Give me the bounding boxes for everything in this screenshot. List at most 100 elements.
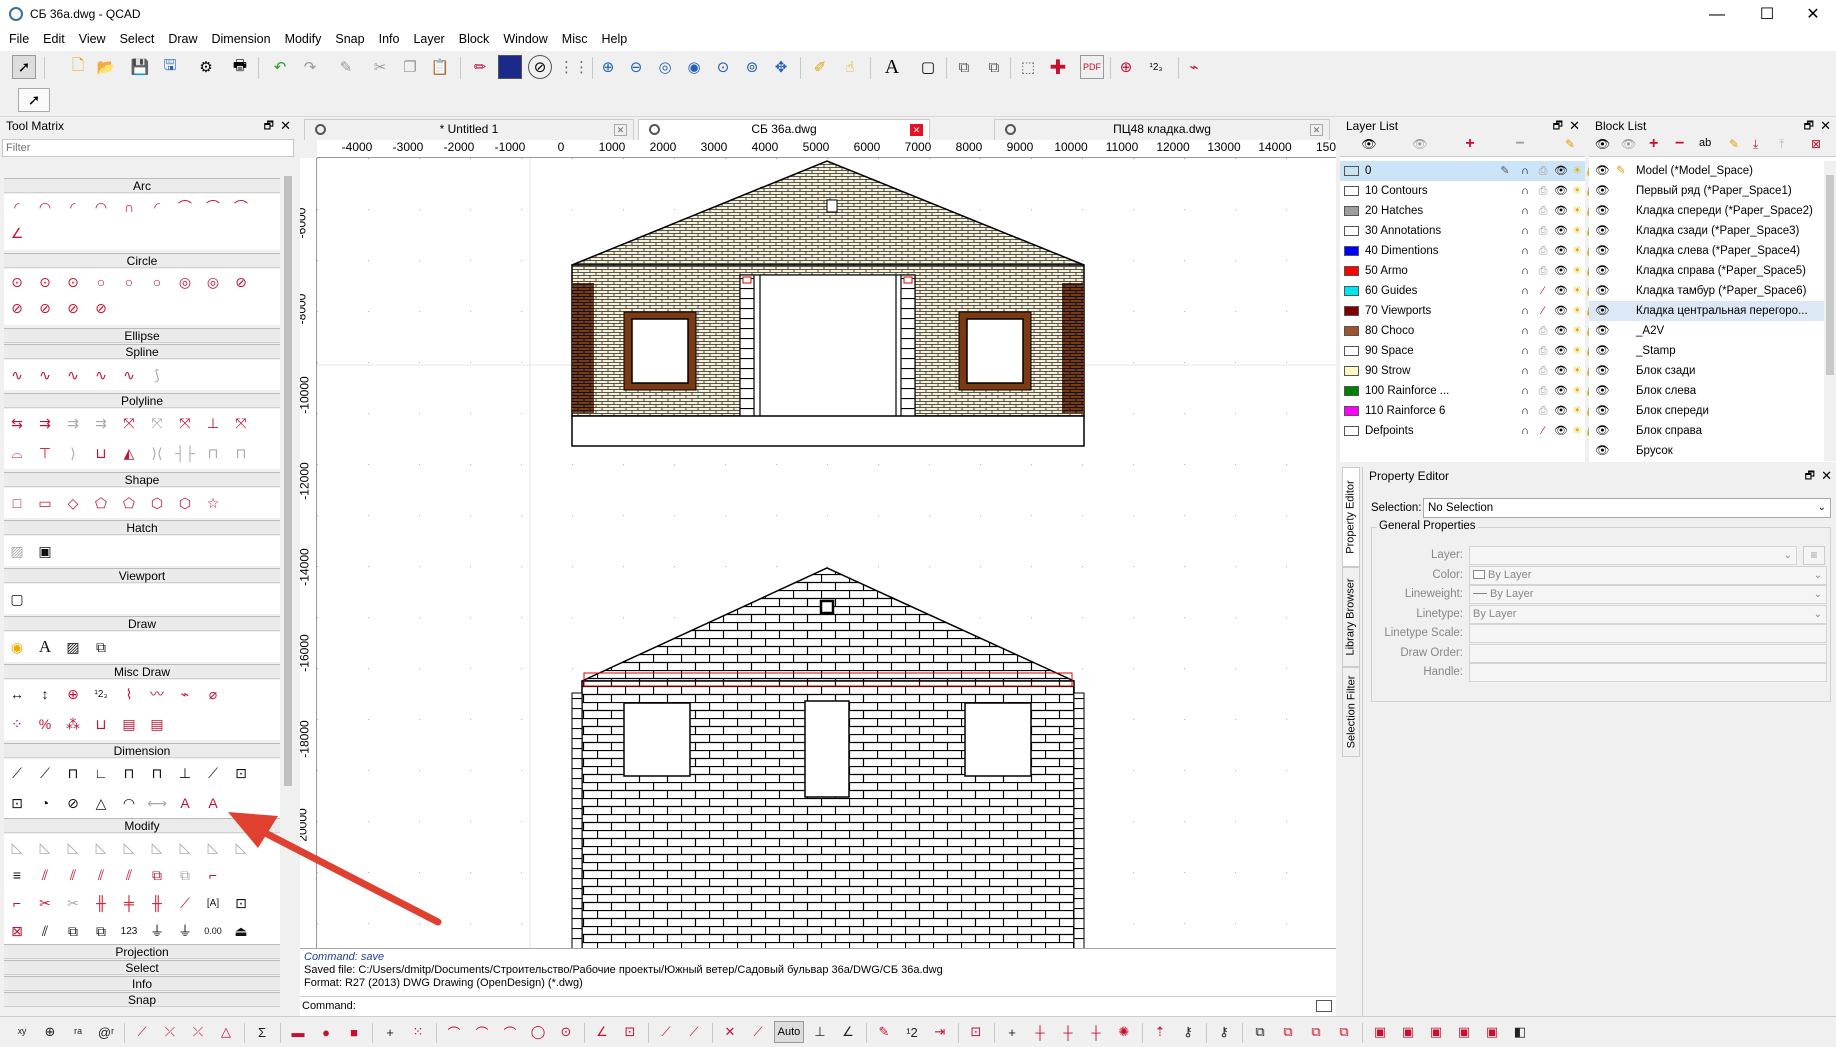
- visibility-eye-icon[interactable]: 👁: [1595, 401, 1610, 421]
- circle-tangent2-icon[interactable]: ⊘: [230, 271, 252, 293]
- layer-row[interactable]: 40 Dimentions∩⎙👁☀🔒: [1340, 241, 1597, 261]
- visibility-eye-icon[interactable]: 👁: [1595, 341, 1610, 361]
- snap-magnet-icon[interactable]: ∩: [1518, 341, 1532, 361]
- rotate-icon[interactable]: ◺: [34, 836, 56, 858]
- circle-2point-icon[interactable]: ⊙: [34, 271, 56, 293]
- viewport-icon[interactable]: ▢: [6, 588, 28, 610]
- printer-icon[interactable]: ⎙: [1536, 241, 1550, 261]
- freeze-sun-icon[interactable]: ☀: [1570, 201, 1584, 221]
- spline-disabled-icon[interactable]: ⟆: [146, 364, 168, 386]
- polyline-icon[interactable]: ⇆: [6, 412, 28, 434]
- visibility-eye-icon[interactable]: 👁: [1554, 261, 1568, 281]
- red-box-icon[interactable]: ⊡: [964, 1021, 988, 1043]
- block-tool4-icon[interactable]: ⧉: [1332, 1021, 1356, 1043]
- hide-all-layers-icon[interactable]: 👁: [1406, 137, 1434, 155]
- redo-icon[interactable]: ↷: [298, 55, 322, 79]
- float-icon[interactable]: 🗗: [1804, 117, 1814, 135]
- edit-pencil-icon[interactable]: ✎: [1616, 161, 1626, 181]
- section-draw[interactable]: Draw: [4, 616, 280, 631]
- offset2-icon[interactable]: ⫽: [62, 864, 84, 886]
- cross-icon[interactable]: ✕: [718, 1021, 742, 1043]
- trim-icon[interactable]: ⌐: [6, 892, 28, 914]
- section-select[interactable]: Select: [4, 960, 280, 975]
- rectangle-tool-icon[interactable]: ▢: [916, 55, 940, 79]
- arc-tangential-icon[interactable]: ⌒: [230, 196, 252, 218]
- snap-magnet-icon[interactable]: ∩: [1518, 401, 1532, 421]
- circle-radius-icon[interactable]: ○: [90, 271, 112, 293]
- tab-untitled-1[interactable]: * Untitled 1 ✕: [304, 119, 634, 140]
- snap-dist-icon[interactable]: △: [214, 1021, 238, 1043]
- zoom-auto-icon[interactable]: ◎: [653, 55, 677, 79]
- polyline-trim-icon[interactable]: ⤧: [146, 412, 168, 434]
- command-history-toggle-icon[interactable]: [1316, 1000, 1332, 1012]
- print-icon[interactable]: 🖶: [228, 55, 252, 79]
- eraser-icon[interactable]: ✎: [334, 55, 358, 79]
- paste-icon[interactable]: 📋: [428, 55, 452, 79]
- polyline-delete-icon[interactable]: ⇉: [62, 412, 84, 434]
- drawing-canvas[interactable]: [317, 158, 1336, 948]
- text-tool-icon[interactable]: A: [880, 55, 904, 79]
- edit-block-icon[interactable]: ✎: [1729, 137, 1739, 151]
- sigma-icon[interactable]: Σ: [250, 1021, 274, 1043]
- printer-icon[interactable]: ⎙: [1536, 261, 1550, 281]
- section-dimension[interactable]: Dimension: [4, 743, 280, 758]
- visibility-eye-icon[interactable]: 👁: [1554, 341, 1568, 361]
- dim-baseline-icon[interactable]: ⊓: [118, 762, 140, 784]
- freeze-sun-icon[interactable]: ☀: [1570, 421, 1584, 441]
- block-row[interactable]: 👁 Кладка слева (*Paper_Space4): [1589, 241, 1824, 261]
- block-list-scrollbar[interactable]: [1824, 161, 1836, 461]
- visibility-eye-icon[interactable]: 👁: [1595, 161, 1610, 181]
- offset6-icon[interactable]: ⧉: [174, 864, 196, 886]
- hand-select-icon[interactable]: ☝: [838, 55, 862, 79]
- snap-magnet-icon[interactable]: ∩: [1518, 261, 1532, 281]
- circle-fill-icon[interactable]: ●: [314, 1021, 338, 1043]
- circle-diameter-icon[interactable]: ○: [146, 271, 168, 293]
- polyline-join-icon[interactable]: ┤├: [174, 442, 196, 464]
- section-snap[interactable]: Snap: [4, 992, 280, 1007]
- block-row[interactable]: 👁 Брусок: [1589, 441, 1824, 461]
- pink5-icon[interactable]: ▣: [1480, 1021, 1504, 1043]
- offset5-icon[interactable]: ⧉: [146, 864, 168, 886]
- plus-icon[interactable]: +: [378, 1021, 402, 1043]
- visibility-eye-icon[interactable]: 👁: [1554, 361, 1568, 381]
- polygon-side-icon[interactable]: ⬡: [174, 492, 196, 514]
- maximize-button[interactable]: ☐: [1744, 0, 1790, 29]
- circle-tan-line-icon[interactable]: ⊘: [34, 297, 56, 319]
- pink3-icon[interactable]: ▣: [1424, 1021, 1448, 1043]
- printer-icon[interactable]: ⎙: [1536, 341, 1550, 361]
- offset4-icon[interactable]: ⫽: [118, 864, 140, 886]
- dim-edit-icon[interactable]: ⟷: [146, 792, 168, 814]
- close-tab-icon[interactable]: ✕: [910, 124, 923, 136]
- group-icon[interactable]: ⏚: [146, 920, 168, 942]
- pink2-icon[interactable]: ▣: [1396, 1021, 1420, 1043]
- polyline-box-icon[interactable]: ⌓: [6, 442, 28, 464]
- close-tab-icon[interactable]: ✕: [614, 124, 627, 136]
- rotate2-icon[interactable]: ◺: [146, 836, 168, 858]
- number-icon[interactable]: ¹2₃: [90, 683, 112, 705]
- close-window-button[interactable]: ✕: [1790, 0, 1836, 29]
- menu-file[interactable]: File: [0, 29, 34, 46]
- printer-icon[interactable]: ⎙: [1536, 361, 1550, 381]
- section-viewport[interactable]: Viewport: [4, 568, 280, 583]
- crosshair-icon[interactable]: ⊕: [62, 683, 84, 705]
- block-row[interactable]: 👁 Первый ряд (*Paper_Space1): [1589, 181, 1824, 201]
- remove-layer-icon[interactable]: −: [1506, 135, 1534, 153]
- block-row[interactable]: 👁 Кладка тамбур (*Paper_Space6): [1589, 281, 1824, 301]
- property-field[interactable]: By Layer ⌄: [1469, 585, 1827, 604]
- printer-icon[interactable]: ⎙: [1536, 381, 1550, 401]
- visibility-eye-icon[interactable]: 👁: [1554, 181, 1568, 201]
- horizontal-line-icon[interactable]: ↔: [6, 683, 28, 705]
- add-block-icon[interactable]: +: [1649, 135, 1658, 153]
- visibility-eye-icon[interactable]: 👁: [1595, 381, 1610, 401]
- snap-crosshair-icon[interactable]: ⊕: [1114, 55, 1138, 79]
- block-row[interactable]: 👁 Кладка сзади (*Paper_Space3): [1589, 221, 1824, 241]
- printer-icon[interactable]: ⎙: [1536, 161, 1550, 181]
- float-icon[interactable]: 🗗: [1553, 117, 1563, 135]
- property-field[interactable]: [1469, 624, 1827, 643]
- layer-row[interactable]: Defpoints∩⁄👁☀🔒: [1340, 421, 1597, 441]
- move-back-icon[interactable]: ⧉: [982, 55, 1006, 79]
- section-projection[interactable]: Projection: [4, 944, 280, 959]
- snap-magnet-icon[interactable]: ∩: [1518, 201, 1532, 221]
- circle-tan3-icon[interactable]: ⊘: [6, 297, 28, 319]
- freeze-sun-icon[interactable]: ☀: [1570, 281, 1584, 301]
